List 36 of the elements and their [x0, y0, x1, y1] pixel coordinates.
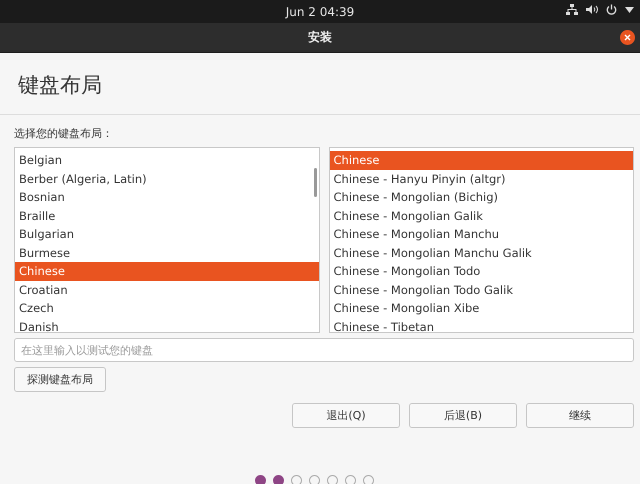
close-icon: [624, 34, 631, 41]
caret-icon[interactable]: [625, 6, 634, 12]
variant-item[interactable]: Chinese: [330, 151, 633, 170]
layout-item[interactable]: Burmese: [15, 244, 318, 262]
variant-item[interactable]: Chinese - Mongolian Todo Galik: [330, 280, 633, 299]
network-icon[interactable]: [566, 4, 578, 15]
power-icon[interactable]: [606, 4, 617, 15]
layout-item[interactable]: Danish: [15, 318, 318, 332]
layout-item[interactable]: Croatian: [15, 280, 318, 299]
list-prompt: 选择您的键盘布局：: [14, 126, 114, 141]
nav-button[interactable]: 后退(B): [409, 403, 517, 428]
layout-item[interactable]: Bosnian: [15, 188, 318, 206]
layout-item[interactable]: Chinese: [15, 262, 318, 280]
layout-item[interactable]: Braille: [15, 206, 318, 225]
variant-item[interactable]: Chinese - Mongolian Galik: [330, 206, 633, 225]
layout-item[interactable]: Belgian: [15, 151, 318, 170]
layout-item[interactable]: Czech: [15, 299, 318, 318]
layout-item[interactable]: Berber (Algeria, Latin): [15, 170, 318, 188]
clock[interactable]: Jun 2 04:39: [286, 4, 354, 18]
variant-item[interactable]: Chinese - Mongolian (Bichig): [330, 188, 633, 206]
close-button[interactable]: [620, 30, 635, 45]
test-input-field[interactable]: 在这里输入以测试您的键盘: [14, 338, 634, 362]
nav-button[interactable]: 退出(Q): [292, 403, 400, 428]
variant-item[interactable]: Chinese - Mongolian Manchu: [330, 225, 633, 244]
detect-button[interactable]: 探测键盘布局: [14, 367, 106, 392]
variant-item[interactable]: Chinese - Mongolian Manchu Galik: [330, 244, 633, 262]
layout-item[interactable]: Bulgarian: [15, 225, 318, 244]
variant-item[interactable]: Chinese - Tibetan: [330, 318, 633, 332]
variant-item[interactable]: Chinese - Mongolian Xibe: [330, 299, 633, 318]
variant-item[interactable]: Chinese - Mongolian Todo: [330, 262, 633, 280]
volume-icon[interactable]: [586, 4, 598, 15]
nav-button[interactable]: 继续: [526, 403, 634, 428]
scrollbar[interactable]: [314, 168, 316, 197]
page-heading: 键盘布局: [18, 72, 103, 99]
window-title: 安装: [308, 29, 332, 46]
variant-item[interactable]: Chinese - Hanyu Pinyin (altgr): [330, 170, 633, 188]
